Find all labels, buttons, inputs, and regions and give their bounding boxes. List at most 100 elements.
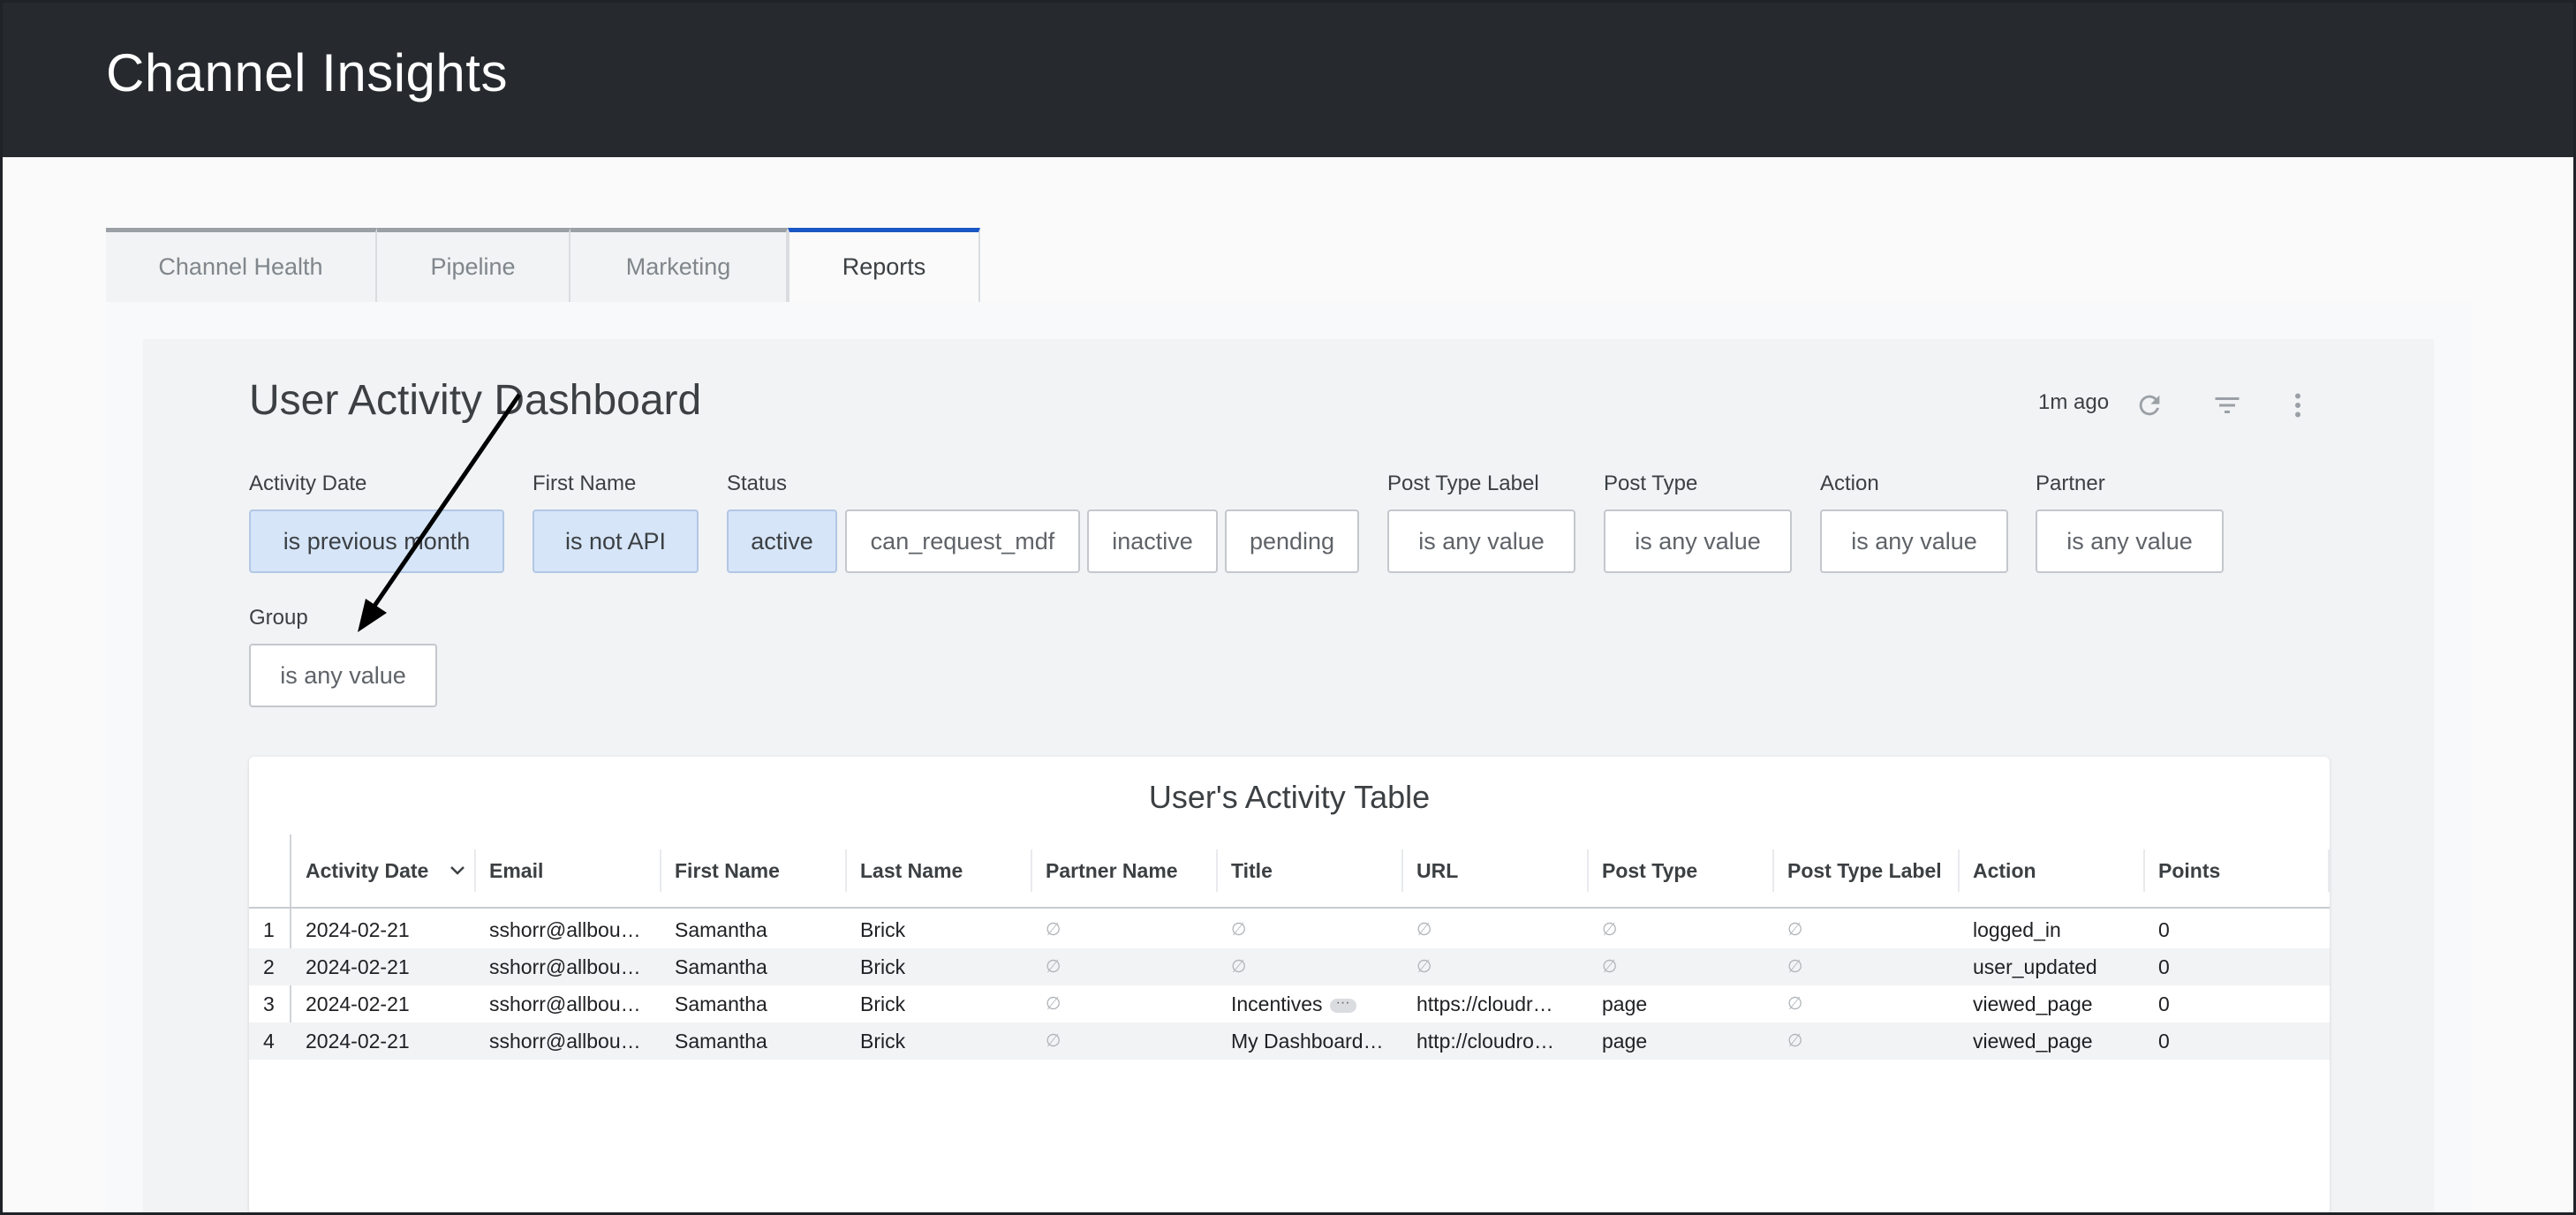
cell-action: viewed_page [1973,992,2093,1015]
cell-last-name: Brick [860,992,906,1015]
table-row[interactable]: 1 2024-02-21 sshorr@allbou… Samantha Bri… [249,911,2330,948]
refresh-icon[interactable] [2130,386,2169,425]
sort-descending-icon[interactable] [449,864,466,878]
cell-title: Incentives ··· [1217,985,1402,1023]
cell-post-type-label: ∅ [1787,920,1803,940]
last-updated-text: 1m ago [2038,390,2110,414]
cell-first-name: Samantha [675,918,767,941]
cell-url[interactable]: http://cloudro… [1402,1023,1588,1060]
filter-label-activity-date: Activity Date [249,472,367,495]
column-separator[interactable] [845,849,847,892]
cell-last-name: Brick [860,1030,906,1053]
status-option-can-request-mdf[interactable]: can_request_mdf [845,509,1080,573]
row-number: 2 [263,955,275,978]
column-header-first-name[interactable]: First Name [661,849,846,906]
filter-icon[interactable] [2208,386,2247,425]
dashboard-title: User Activity Dashboard [249,377,702,424]
post-type-filter[interactable]: is any value [1604,509,1792,573]
cell-post-type-label: ∅ [1787,957,1803,977]
row-number: 1 [263,918,275,941]
cell-post-type: ∅ [1602,920,1618,940]
cell-title: ∅ [1231,957,1247,977]
cell-first-name: Samantha [675,992,767,1015]
app-title: Channel Insights [106,43,508,102]
cell-post-type-label: ∅ [1787,994,1803,1014]
filter-label-group: Group [249,606,308,630]
cell-activity-date: 2024-02-21 [306,955,410,978]
cell-points: 0 [2158,1030,2170,1053]
more-icon[interactable]: ··· [1329,995,1356,1013]
status-option-inactive[interactable]: inactive [1087,509,1218,573]
filter-label-partner: Partner [2036,472,2105,495]
tab-channel-health[interactable]: Channel Health [106,228,377,302]
cell-first-name: Samantha [675,1030,767,1053]
cell-partner-name: ∅ [1046,957,1061,977]
filter-label-post-type: Post Type [1604,472,1698,495]
cell-points: 0 [2158,918,2170,941]
cell-email: sshorr@allbou… [489,1030,641,1053]
cell-activity-date: 2024-02-21 [306,918,410,941]
column-header-partner-name[interactable]: Partner Name [1031,849,1217,906]
column-header-url[interactable]: URL [1402,849,1588,906]
tab-reports[interactable]: Reports [788,228,980,302]
tab-marketing[interactable]: Marketing [570,228,788,302]
column-separator[interactable] [1401,849,1403,892]
action-filter[interactable]: is any value [1820,509,2008,573]
column-header-activity-date[interactable]: Activity Date [291,849,475,906]
cell-title: My Dashboard… [1231,1030,1384,1053]
cell-action: viewed_page [1973,1030,2093,1053]
column-separator[interactable] [660,849,661,892]
cell-last-name: Brick [860,918,906,941]
cell-post-type: page [1602,992,1648,1015]
column-header-last-name[interactable]: Last Name [846,849,1031,906]
column-header-title[interactable]: Title [1217,849,1402,906]
table-row[interactable]: 3 2024-02-21 sshorr@allbou… Samantha Bri… [249,985,2330,1023]
column-separator[interactable] [1958,849,1960,892]
cell-email: sshorr@allbou… [489,918,641,941]
column-separator[interactable] [1772,849,1774,892]
table-row[interactable]: 4 2024-02-21 sshorr@allbou… Samantha Bri… [249,1023,2330,1060]
filter-label-action: Action [1820,472,1879,495]
app-header: Channel Insights [0,0,2576,157]
column-header-post-type-label[interactable]: Post Type Label [1773,849,1959,906]
filter-label-post-type-label: Post Type Label [1387,472,1539,495]
table-title: User's Activity Table [1148,779,1431,815]
first-name-filter[interactable]: is not API [533,509,699,573]
cell-points: 0 [2158,992,2170,1015]
cell-post-type: ∅ [1602,957,1618,977]
column-header-email[interactable]: Email [475,849,661,906]
activity-date-filter[interactable]: is previous month [249,509,504,573]
cell-last-name: Brick [860,955,906,978]
tab-pipeline[interactable]: Pipeline [377,228,570,302]
column-separator[interactable] [1216,849,1218,892]
cell-title: ∅ [1231,920,1247,940]
cell-email: sshorr@allbou… [489,955,641,978]
filter-label-first-name: First Name [533,472,637,495]
status-option-active[interactable]: active [727,509,837,573]
cell-action: logged_in [1973,918,2061,941]
cell-partner-name: ∅ [1046,920,1061,940]
group-filter[interactable]: is any value [249,644,437,707]
column-separator[interactable] [1587,849,1589,892]
row-number: 3 [263,992,275,1015]
column-separator[interactable] [2328,849,2330,892]
column-separator[interactable] [474,849,476,892]
more-vert-icon[interactable] [2278,386,2317,425]
column-header-post-type[interactable]: Post Type [1588,849,1773,906]
column-header-points[interactable]: Points [2144,849,2330,906]
cell-url: ∅ [1416,957,1432,977]
table-row[interactable]: 2 2024-02-21 sshorr@allbou… Samantha Bri… [249,948,2330,985]
filter-label-status: Status [727,472,788,495]
status-option-pending[interactable]: pending [1225,509,1359,573]
post-type-label-filter[interactable]: is any value [1387,509,1575,573]
cell-activity-date: 2024-02-21 [306,992,410,1015]
row-number: 4 [263,1030,275,1053]
cell-url[interactable]: https://cloudr… [1402,985,1588,1023]
column-header-action[interactable]: Action [1959,849,2144,906]
cell-action: user_updated [1973,955,2097,978]
partner-filter[interactable]: is any value [2036,509,2224,573]
column-separator[interactable] [1031,849,1032,892]
cell-activity-date: 2024-02-21 [306,1030,410,1053]
column-separator[interactable] [2143,849,2145,892]
cell-first-name: Samantha [675,955,767,978]
